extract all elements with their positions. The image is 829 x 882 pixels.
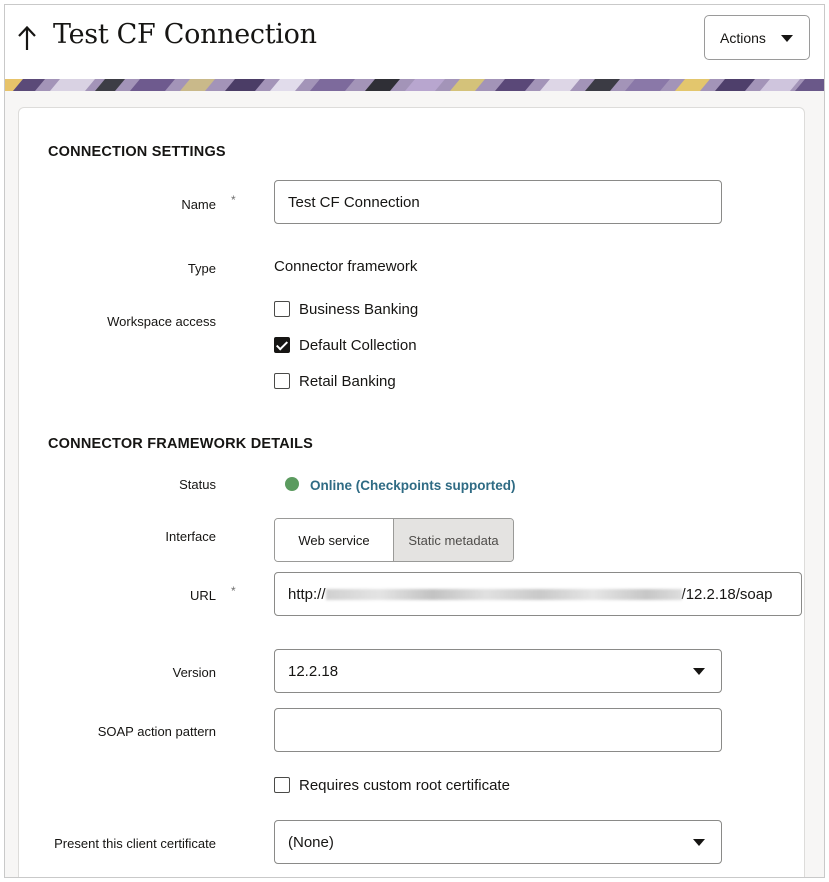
requires-custom-root-certificate-label: Requires custom root certificate	[299, 776, 510, 794]
name-required-mark: *	[231, 193, 236, 207]
version-label: Version	[172, 665, 216, 680]
caret-down-icon	[693, 668, 705, 675]
type-value: Connector framework	[274, 258, 418, 275]
interface-option-static-metadata[interactable]: Static metadata	[394, 519, 513, 561]
type-label: Type	[187, 261, 216, 276]
workspace-option-label: Business Banking	[299, 300, 419, 318]
url-suffix: /12.2.18/soap	[681, 585, 773, 603]
checkbox-checked-icon	[274, 337, 290, 353]
caret-down-icon	[781, 35, 793, 42]
interface-option-web-service[interactable]: Web service	[275, 519, 394, 561]
checkbox-unchecked-icon	[274, 301, 290, 317]
url-input[interactable]: http:// /12.2.18/soap	[274, 572, 802, 616]
status-label: Status	[179, 477, 216, 492]
workspace-checkbox-retail-banking[interactable]: Retail Banking	[274, 371, 396, 391]
app-frame: Test CF Connection Actions CONNECTION SE…	[4, 4, 825, 878]
url-redacted-host	[325, 588, 682, 600]
interface-toggle: Web service Static metadata	[274, 518, 514, 562]
back-arrow-icon[interactable]	[16, 23, 38, 53]
url-label: URL	[189, 588, 216, 603]
client-certificate-value: (None)	[288, 833, 334, 851]
status-online-dot-icon	[285, 477, 299, 491]
page-title: Test CF Connection	[53, 19, 317, 50]
decorative-banner	[5, 79, 824, 91]
workspace-option-label: Retail Banking	[299, 372, 396, 390]
page-header: Test CF Connection Actions	[5, 5, 824, 79]
name-label: Name	[181, 197, 216, 212]
checkbox-unchecked-icon	[274, 777, 290, 793]
workspace-checkbox-business-banking[interactable]: Business Banking	[274, 299, 418, 319]
url-prefix: http://	[288, 585, 326, 603]
soap-action-pattern-label: SOAP action pattern	[97, 724, 216, 739]
workspace-checkbox-default-collection[interactable]: Default Collection	[274, 335, 417, 355]
workspace-option-label: Default Collection	[299, 336, 417, 354]
soap-action-pattern-input[interactable]	[274, 708, 722, 752]
connection-settings-heading: CONNECTION SETTINGS	[48, 144, 226, 160]
actions-button-label: Actions	[720, 29, 766, 46]
connector-framework-details-heading: CONNECTOR FRAMEWORK DETAILS	[48, 436, 314, 452]
url-required-mark: *	[231, 584, 236, 598]
checkbox-unchecked-icon	[274, 373, 290, 389]
client-certificate-select[interactable]: (None)	[274, 820, 722, 864]
status-value: Online (Checkpoints supported)	[310, 478, 516, 493]
requires-custom-root-certificate-checkbox[interactable]: Requires custom root certificate	[274, 775, 510, 795]
caret-down-icon	[693, 839, 705, 846]
workspace-access-label: Workspace access	[107, 314, 216, 329]
actions-button[interactable]: Actions	[704, 15, 810, 60]
version-select[interactable]: 12.2.18	[274, 649, 722, 693]
client-certificate-label: Present this client certificate	[54, 836, 216, 851]
connection-form-panel: CONNECTION SETTINGS Name * Test CF Conne…	[18, 107, 805, 877]
name-input[interactable]: Test CF Connection	[274, 180, 722, 224]
interface-label: Interface	[165, 529, 216, 544]
version-value: 12.2.18	[288, 662, 339, 680]
